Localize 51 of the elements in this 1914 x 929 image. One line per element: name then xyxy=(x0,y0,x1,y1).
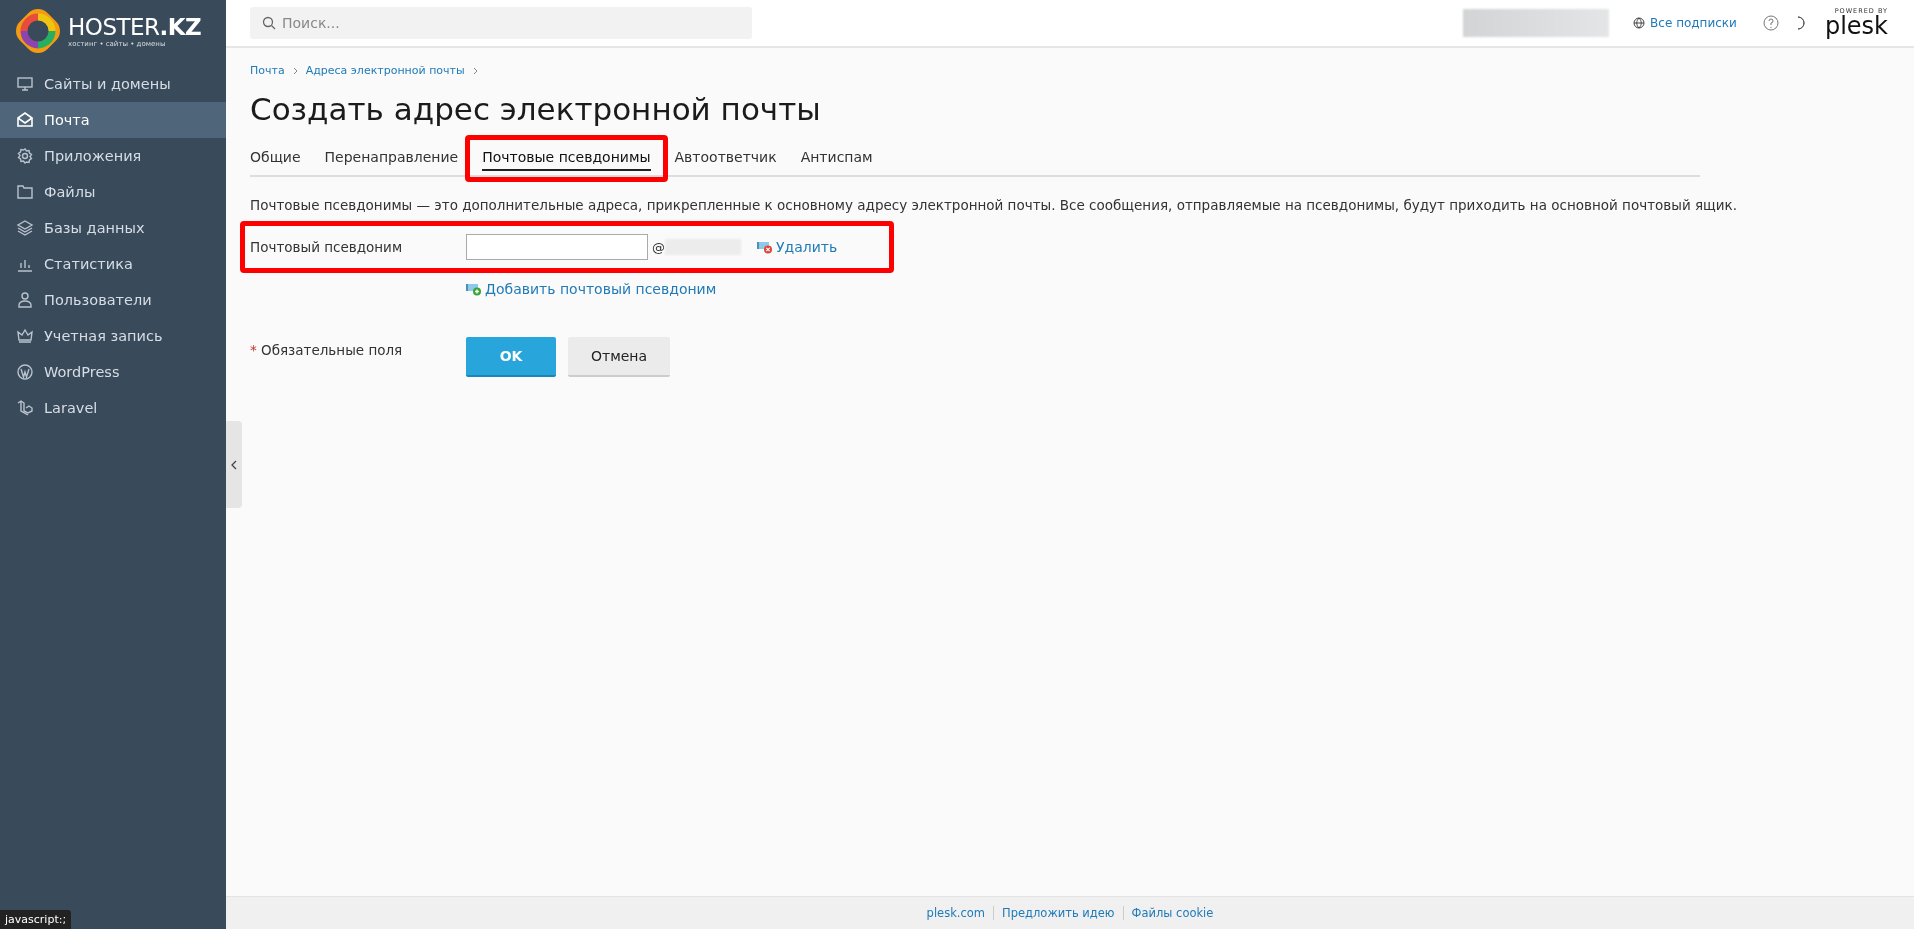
tab[interactable]: Антиспам xyxy=(788,145,885,171)
tab[interactable]: Почтовые псевдонимы xyxy=(470,145,663,171)
envelope-icon xyxy=(16,111,34,129)
sidebar-item[interactable]: Файлы xyxy=(0,174,226,210)
footer-link[interactable]: Файлы cookie xyxy=(1122,906,1222,920)
help-icon[interactable] xyxy=(1762,15,1779,31)
delete-link[interactable]: Удалить xyxy=(757,239,838,255)
add-alias-link[interactable]: Добавить почтовый псевдоним xyxy=(466,281,1914,297)
wordpress-icon xyxy=(16,363,34,381)
tab[interactable]: Общие xyxy=(250,145,313,171)
sidebar-item[interactable]: Пользователи xyxy=(0,282,226,318)
sidebar-item[interactable]: Базы данных xyxy=(0,210,226,246)
brand-name: HOSTER.KZ xyxy=(68,14,202,40)
field-label: Почтовый псевдоним xyxy=(250,239,404,255)
sidebar-item[interactable]: Почта xyxy=(0,102,226,138)
chevron-right-icon xyxy=(292,66,298,75)
delete-alias-icon xyxy=(757,240,773,254)
sidebar-item[interactable]: Статистика xyxy=(0,246,226,282)
description-text: Почтовые псевдонимы — это дополнительные адреса, прикрепленные к основному адресу электронной почты. Все сообщения, отправляемые на псевдонимы, будут приходить на основной почтовый ящик. xyxy=(250,197,1739,213)
sidebar-item[interactable]: Приложения xyxy=(0,138,226,174)
folder-icon xyxy=(16,183,34,201)
tab[interactable]: Автоответчик xyxy=(662,145,789,171)
sidebar-item[interactable]: Сайты и домены xyxy=(0,66,226,102)
breadcrumb-link[interactable]: Адреса электронной почты xyxy=(305,64,465,77)
crown-icon xyxy=(16,327,34,345)
cancel-button[interactable]: Отмена xyxy=(568,337,670,377)
brand-logo-icon xyxy=(16,9,60,53)
page-title: Создать адрес электронной почты xyxy=(250,91,822,127)
chevron-left-icon xyxy=(231,459,237,470)
at-sign: @ xyxy=(652,239,665,255)
tab[interactable]: Перенаправление xyxy=(312,145,471,171)
required-fields-note: * Обязательные поля xyxy=(250,341,404,358)
alias-input-field[interactable] xyxy=(466,234,648,260)
search-icon xyxy=(262,16,276,30)
add-alias-icon xyxy=(466,282,482,296)
sidebar-item[interactable]: Laravel xyxy=(0,390,226,426)
monitor-icon xyxy=(16,75,34,93)
search-field[interactable]: Поиск... xyxy=(250,7,752,39)
breadcrumb-link[interactable]: Почта xyxy=(250,64,285,77)
status-bar-url: javascript:; xyxy=(0,910,72,929)
user-icon xyxy=(16,291,34,309)
all-subscriptions-link[interactable]: Все подписки xyxy=(1633,16,1737,30)
globe-icon xyxy=(1633,17,1646,29)
chevron-right-icon xyxy=(472,66,478,75)
sidebar-item[interactable]: Учетная запись xyxy=(0,318,226,354)
laravel-icon xyxy=(16,399,34,417)
footer-link[interactable]: Предложить идею xyxy=(993,906,1123,920)
sidebar-item[interactable]: WordPress xyxy=(0,354,226,390)
footer-link[interactable]: plesk.com xyxy=(918,906,994,920)
gear-icon xyxy=(16,147,34,165)
layers-icon xyxy=(16,219,34,237)
